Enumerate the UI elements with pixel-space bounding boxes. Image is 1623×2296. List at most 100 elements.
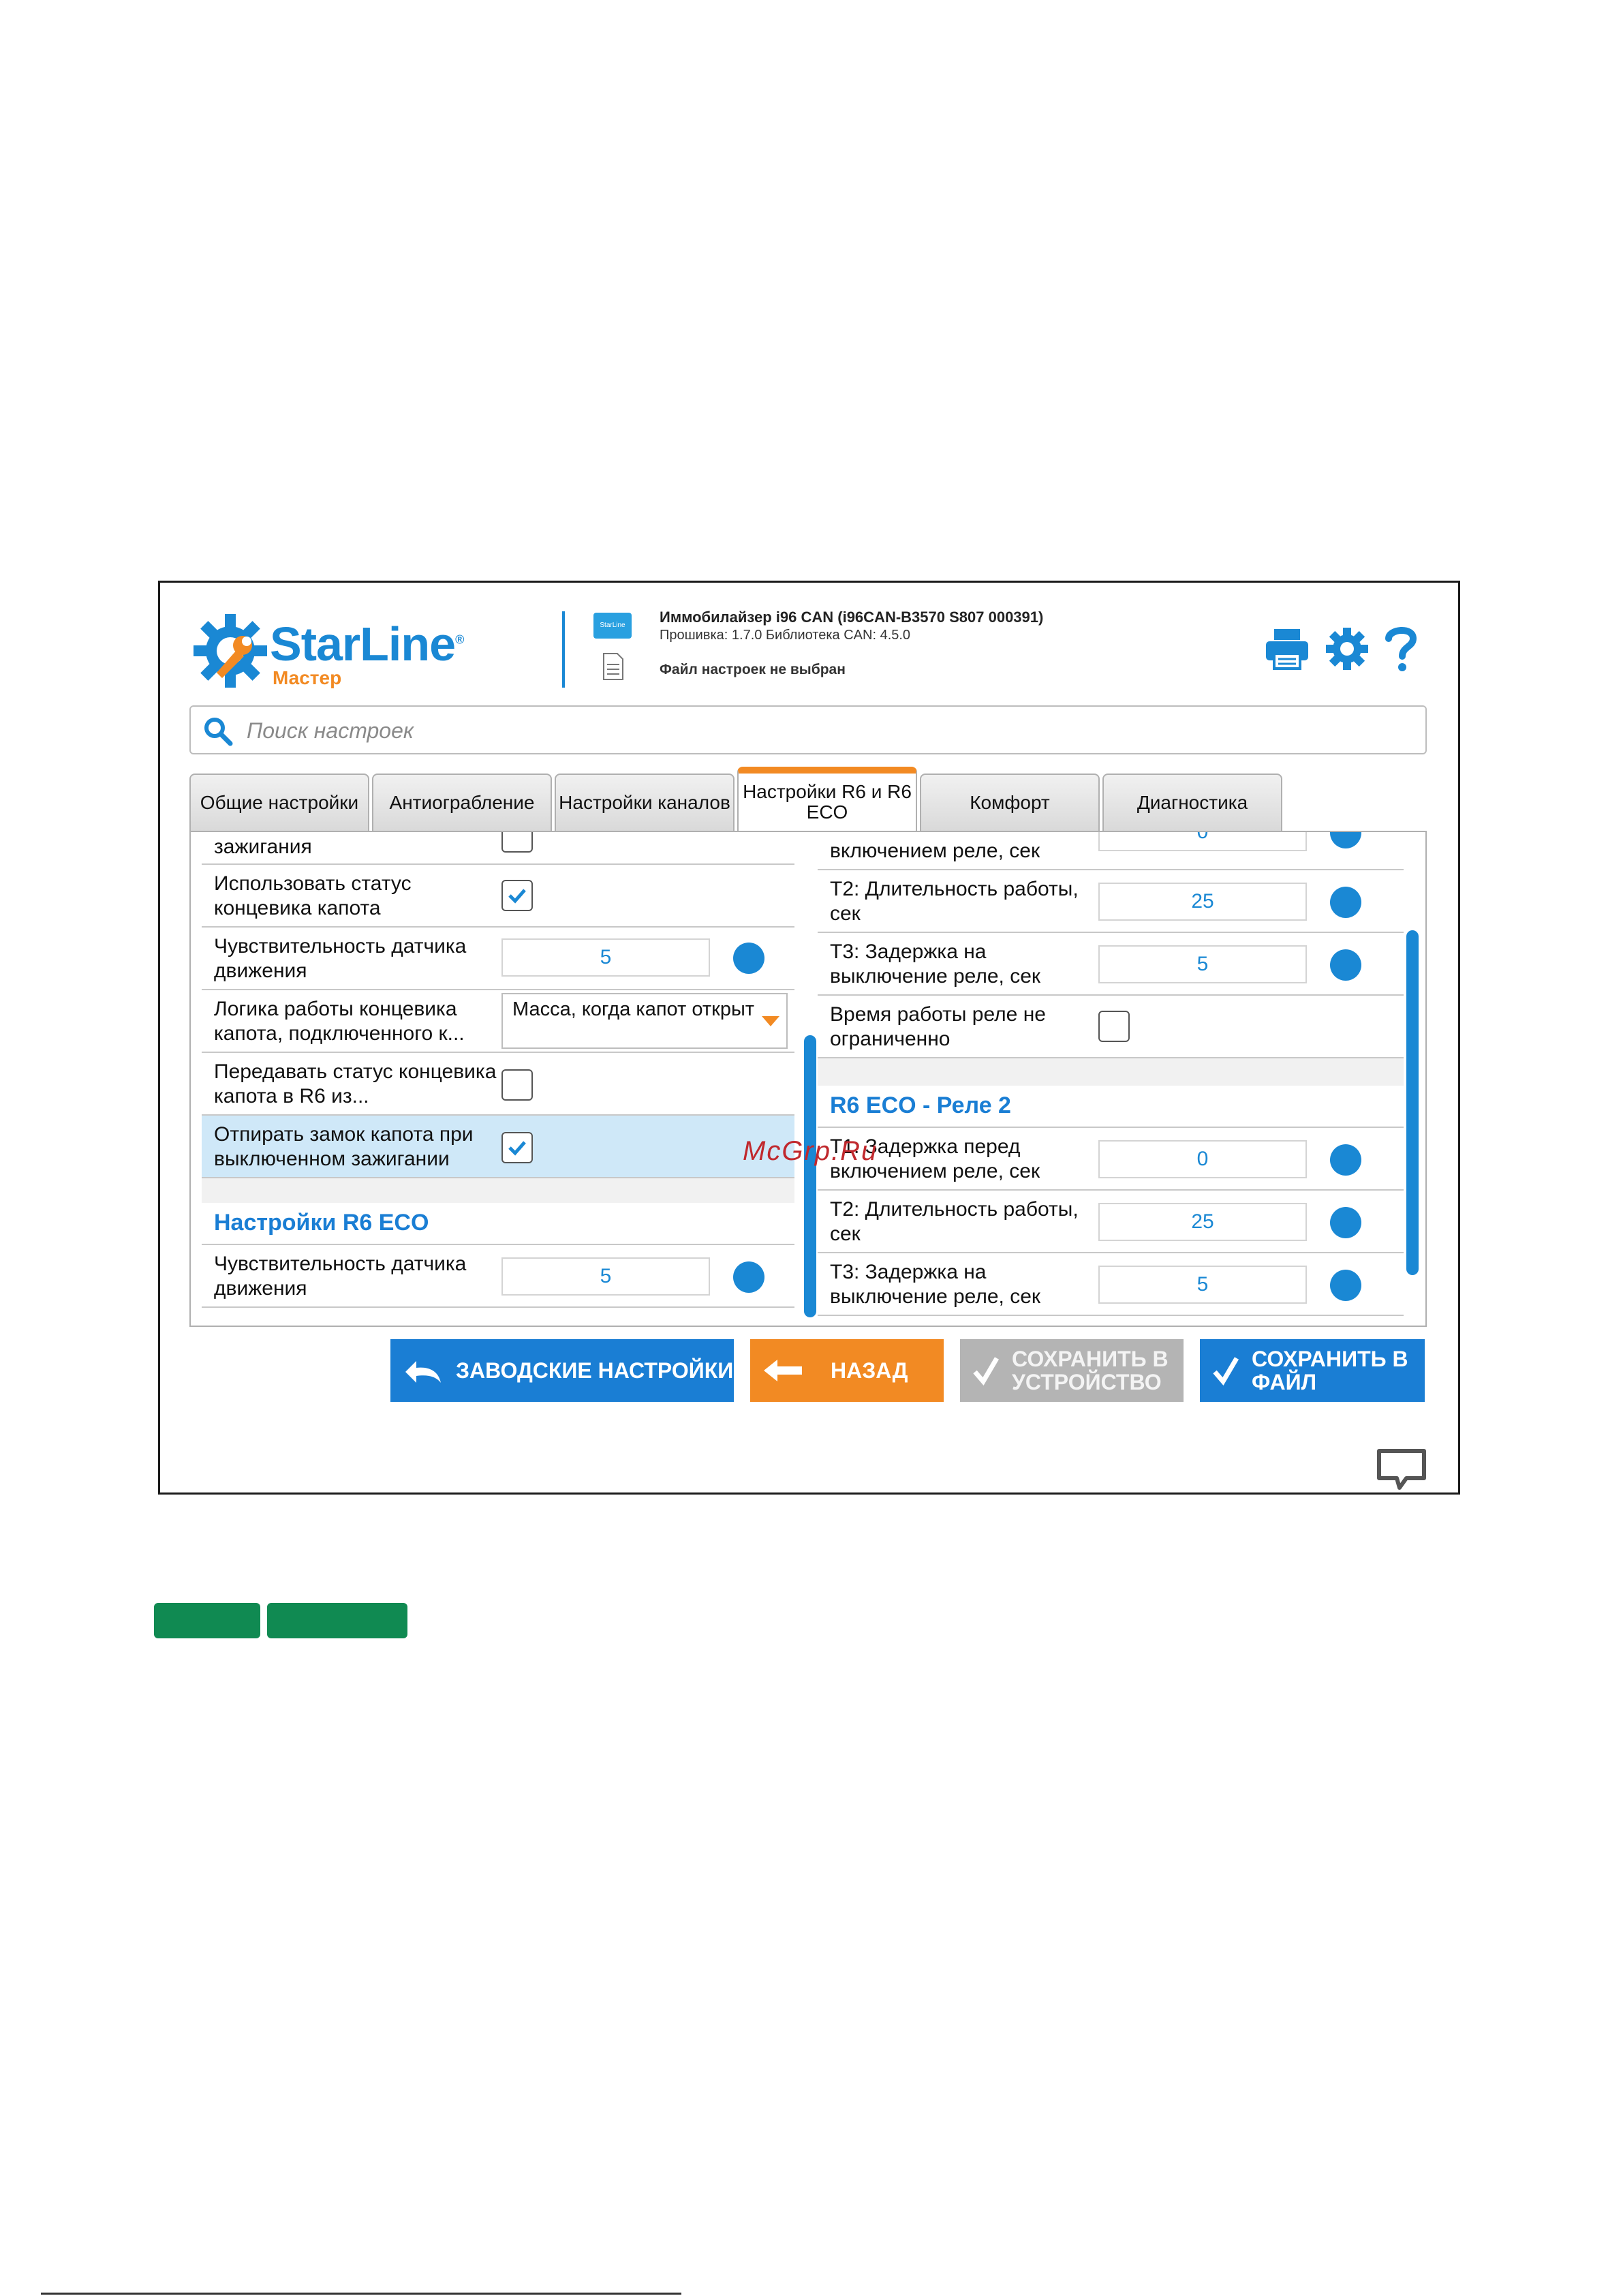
number-input[interactable]: 5 [501,1257,710,1296]
setting-label: Т3: Задержка на выключение реле, сек [830,940,1041,988]
settings-file-status: Файл настроек не выбран [660,662,846,677]
number-input[interactable]: 25 [1098,1203,1307,1241]
right-settings-column: включением реле, сек 0 Т2: Длительность … [818,832,1404,1326]
document-icon [603,653,623,680]
brand-name: StarLine® [270,617,464,671]
setting-label: включением реле, сек [830,840,1040,862]
setting-row: Т2: Длительность работы, сек 25 [818,870,1404,933]
setting-row: Чувствительность датчика движения 5 [202,1245,794,1308]
tab-channels[interactable]: Настройки каналов [555,774,735,831]
search-icon [204,718,233,746]
device-firmware: Прошивка: 1.7.0 Библиотека CAN: 4.5.0 [660,628,911,643]
factory-settings-button[interactable]: ЗАВОДСКИЕ НАСТРОЙКИ [390,1339,734,1402]
setting-label: Время работы реле не ограниченно [830,1003,1046,1050]
gear-icon[interactable] [1325,626,1370,671]
setting-row-highlighted: Отпирать замок капота при выключенном за… [202,1116,794,1178]
number-input[interactable]: 25 [1098,883,1307,921]
setting-label: Т3: Задержка на выключение реле, сек [830,1261,1041,1308]
watermark: McGrp.Ru [743,1136,878,1166]
number-input[interactable]: 5 [1098,945,1307,983]
setting-row: Т2: Длительность работы, сек 25 [818,1191,1404,1253]
checkmark-icon [508,889,526,904]
slider-knob[interactable] [733,1261,764,1293]
setting-row: Время работы реле не ограниченно [818,996,1404,1058]
search-input[interactable] [245,714,1406,748]
setting-checkbox[interactable] [1098,1011,1130,1042]
hood-logic-select[interactable]: Масса, когда капот открыт [501,993,788,1049]
brand-subtitle: Мастер [273,667,342,688]
setting-row: Т3: Задержка на выключение реле, сек 5 [818,1253,1404,1316]
setting-label: зажигания [214,836,312,858]
save-to-device-button[interactable]: СОХРАНИТЬ В УСТРОЙСТВО [960,1339,1184,1402]
chevron-down-icon [762,1016,779,1026]
checkmark-icon [508,1141,526,1156]
slider-knob[interactable] [733,943,764,974]
undo-arrow-icon [405,1361,441,1383]
slider-knob[interactable] [1330,887,1361,918]
button-label: ЗАВОДСКИЕ НАСТРОЙКИ [456,1358,734,1383]
tab-general[interactable]: Общие настройки [189,774,369,831]
button-label: СОХРАНИТЬ В УСТРОЙСТВО [1012,1347,1169,1394]
slider-knob[interactable] [1330,949,1361,981]
header-divider [562,611,565,688]
setting-label: Чувствительность датчика движения [214,1253,467,1300]
setting-checkbox[interactable] [501,1069,533,1101]
tab-diagnostics[interactable]: Диагностика [1102,774,1282,831]
tab-comfort[interactable]: Комфорт [920,774,1100,831]
setting-row: зажигания [202,832,794,865]
slider-knob[interactable] [1330,1270,1361,1301]
gear-wrench-logo-icon [194,614,267,688]
chat-icon[interactable] [1376,1448,1427,1490]
setting-row: Использовать статус концевика капота [202,865,794,928]
device-name: Иммобилайзер i96 CAN (i96CAN-B3570 S807 … [660,609,1044,626]
tab-antirobbery[interactable]: Антиограбление [372,774,552,831]
setting-label: Т2: Длительность работы, сек [830,878,1079,925]
slider-knob[interactable] [1330,1207,1361,1238]
setting-checkbox[interactable] [501,832,533,853]
starline-logo: StarLine® Мастер [189,610,476,692]
section-gap [818,1058,1404,1086]
checkmark-icon [973,1357,1000,1386]
green-tag [154,1603,260,1638]
setting-label: Логика работы концевика капота, подключе… [214,998,465,1045]
toolbar-icons [1265,625,1417,673]
section-header: Настройки R6 ECO [202,1203,794,1245]
number-input[interactable]: 0 [1098,1140,1307,1178]
slider-knob[interactable] [1330,1144,1361,1176]
slider-knob[interactable] [1330,832,1361,848]
setting-label: Использовать статус концевика капота [214,872,412,919]
settings-panel: зажигания Использовать статус концевика … [189,831,1427,1327]
page-footer-line [41,2293,681,2295]
setting-row: Т3: Задержка на выключение реле, сек 5 [818,933,1404,996]
button-label: НАЗАД [831,1358,908,1383]
number-input[interactable]: 0 [1098,832,1307,851]
app-window: StarLine® Мастер StarLine Иммобилайзер i… [158,581,1460,1495]
help-icon[interactable] [1385,625,1417,673]
right-scrollbar[interactable] [1406,930,1419,1275]
tab-bar: Общие настройки Антиограбление Настройки… [189,767,1450,831]
section-title: Настройки R6 ECO [214,1210,429,1236]
search-bar [189,705,1427,754]
number-input[interactable]: 5 [501,938,710,977]
setting-label: Отпирать замок капота при выключенном за… [214,1123,474,1170]
section-title: R6 ECO - Реле 2 [830,1092,1011,1118]
setting-label: Передавать статус концевика капота в R6 … [214,1060,497,1107]
setting-row: Логика работы концевика капота, подключе… [202,990,794,1053]
select-value: Масса, когда капот открыт [512,998,755,1020]
setting-checkbox[interactable] [501,880,533,911]
printer-icon[interactable] [1265,628,1310,670]
number-input[interactable]: 5 [1098,1266,1307,1304]
save-to-file-button[interactable]: СОХРАНИТЬ В ФАЙЛ [1200,1339,1425,1402]
setting-label: Т2: Длительность работы, сек [830,1198,1079,1245]
setting-row: Чувствительность датчика движения 5 [202,928,794,990]
back-button[interactable]: НАЗАД [750,1339,944,1402]
arrow-left-icon [764,1360,802,1381]
setting-row: Т1: Задержка перед включением реле, сек … [818,1128,1404,1191]
tab-r6-settings[interactable]: Настройки R6 и R6 ECO [737,767,917,831]
setting-checkbox[interactable] [501,1132,533,1163]
setting-row: Передавать статус концевика капота в R6 … [202,1053,794,1116]
device-icon: StarLine [593,613,632,639]
section-gap [202,1178,794,1203]
left-scrollbar[interactable] [804,1035,816,1317]
left-settings-column: зажигания Использовать статус концевика … [202,832,794,1326]
